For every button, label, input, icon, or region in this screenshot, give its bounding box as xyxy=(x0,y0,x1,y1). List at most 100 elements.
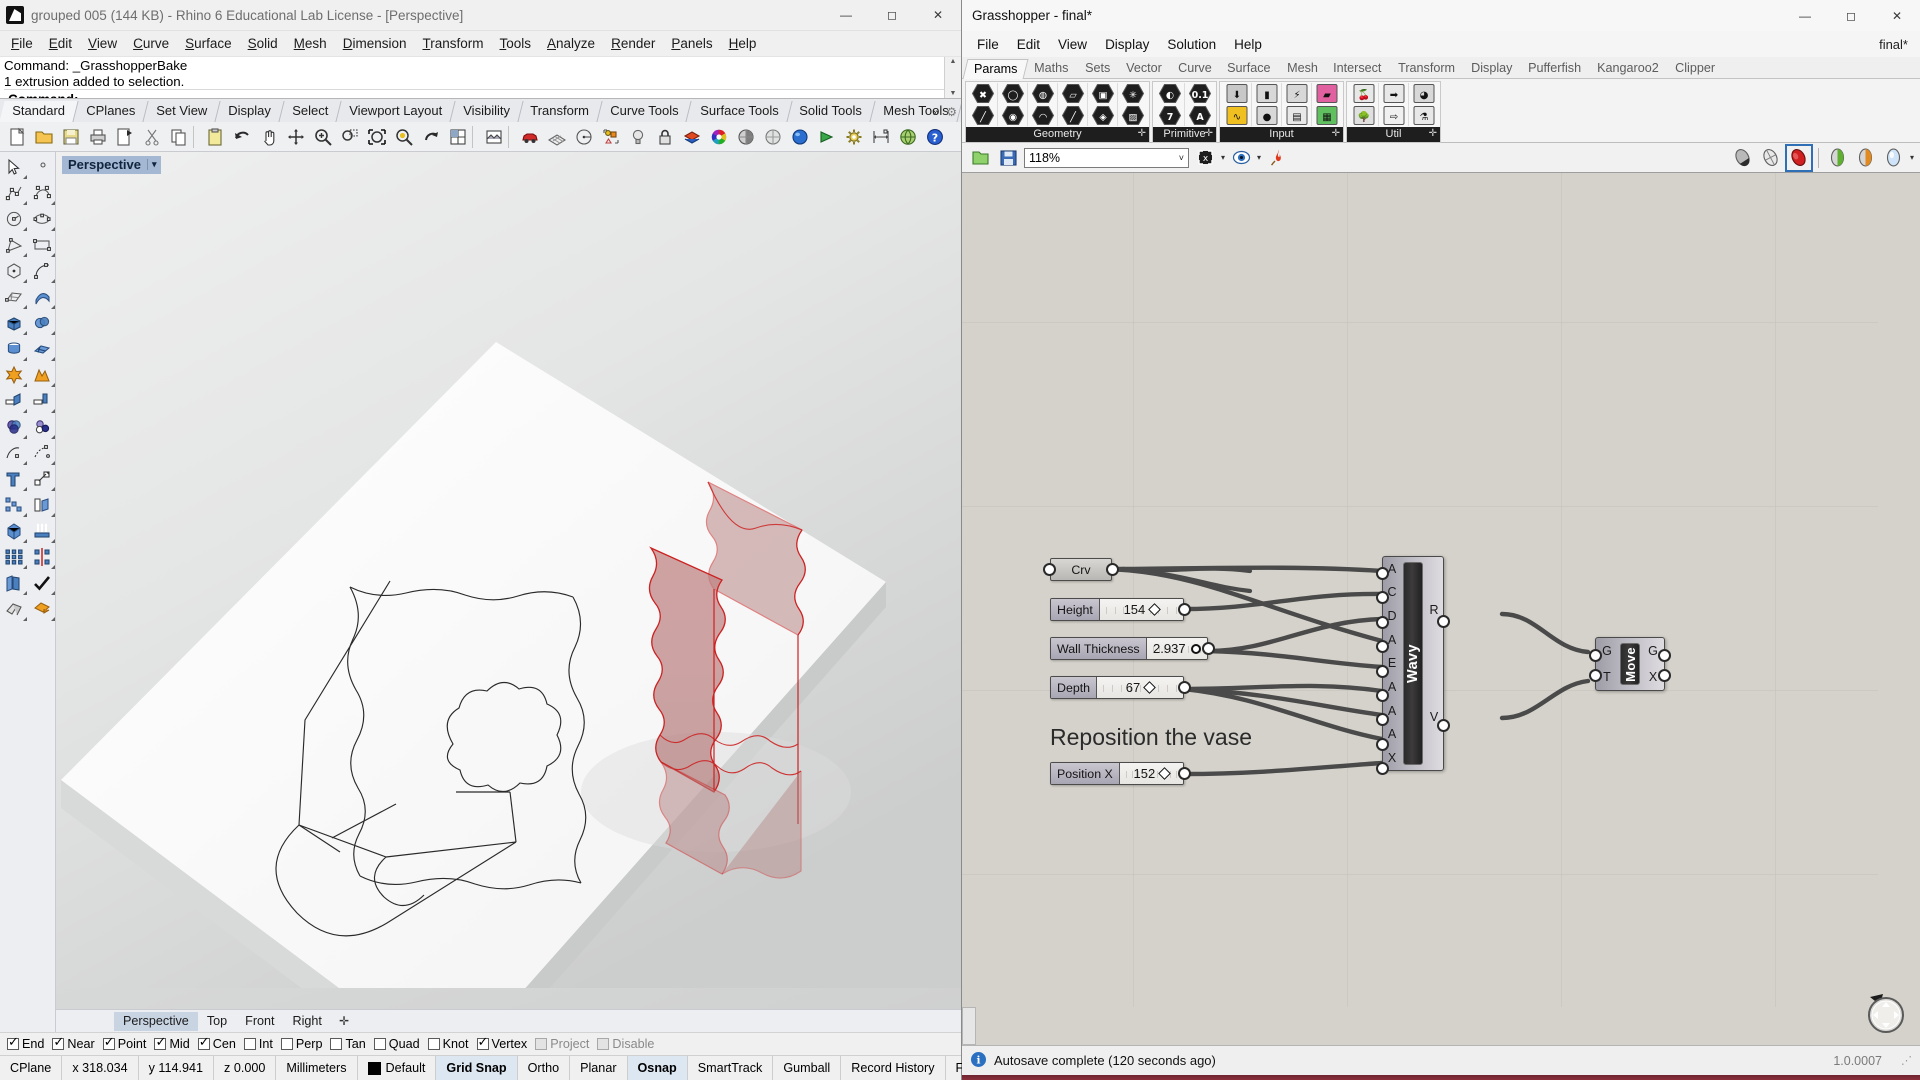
crv-input-port[interactable] xyxy=(1043,563,1056,576)
surface-param-icon[interactable]: ◍ xyxy=(1030,83,1055,104)
status-toggle-planar[interactable]: Planar xyxy=(570,1055,628,1080)
draw-icons-icon[interactable] xyxy=(1826,146,1850,170)
toolbar-gear-icon[interactable]: ⚙ xyxy=(946,105,957,119)
vector-param-icon[interactable]: ╱ xyxy=(970,105,995,126)
component-move-input-port-0[interactable] xyxy=(1589,649,1602,662)
fillet-icon[interactable] xyxy=(0,440,28,466)
object-properties-icon[interactable] xyxy=(597,124,624,150)
flask-icon[interactable]: ⚗ xyxy=(1411,105,1436,126)
color-wheel-icon[interactable] xyxy=(705,124,732,150)
integer-param-icon[interactable]: 7 xyxy=(1157,105,1182,126)
circle-param-icon[interactable]: ◯ xyxy=(1000,83,1025,104)
cluster-wavy-input-port-4[interactable] xyxy=(1376,664,1389,678)
snowflake-param-icon[interactable]: ✳ xyxy=(1120,83,1145,104)
zoom-extents-icon[interactable]: x xyxy=(1193,146,1217,170)
rhino-menu-panels[interactable]: Panels xyxy=(663,33,720,54)
component-move-output-port-0[interactable] xyxy=(1658,649,1671,662)
relay-icon[interactable]: ➡ xyxy=(1381,83,1406,104)
osnap-checkbox[interactable] xyxy=(330,1038,343,1050)
gh-tab-display[interactable]: Display xyxy=(1460,59,1522,78)
cluster-wavy-input-port-2[interactable] xyxy=(1376,615,1389,629)
flow-surface-icon[interactable] xyxy=(0,570,28,596)
preview-wireframe-icon[interactable] xyxy=(1759,146,1783,170)
paste-icon[interactable] xyxy=(201,124,228,150)
preview-eye-icon[interactable] xyxy=(1229,146,1253,170)
colour-picker-icon[interactable]: ▦ xyxy=(1314,105,1339,126)
viewport-tab-top[interactable]: Top xyxy=(198,1012,236,1031)
osnap-checkbox[interactable] xyxy=(102,1035,115,1050)
brep-param-icon[interactable]: ▱ xyxy=(1060,83,1085,104)
zoom-extents-icon[interactable] xyxy=(363,124,390,150)
slider-body[interactable]: Height 154 xyxy=(1050,598,1184,621)
rhino-menu-surface[interactable]: Surface xyxy=(177,33,240,54)
component-move[interactable]: GT Move GX xyxy=(1589,637,1671,691)
gh-menu-solution[interactable]: Solution xyxy=(1158,34,1225,55)
mirror-icon[interactable] xyxy=(28,544,56,570)
osnap-checkbox[interactable] xyxy=(535,1038,548,1050)
status-toggle-record-history[interactable]: Record History xyxy=(841,1055,946,1080)
osnap-checkbox[interactable] xyxy=(280,1038,293,1050)
navigation-compass-icon[interactable] xyxy=(1862,991,1906,1035)
rhino-menu-file[interactable]: File xyxy=(3,33,41,54)
cluster-wavy-output-0[interactable]: R xyxy=(1429,603,1438,617)
graph-mapper-icon[interactable]: ∿ xyxy=(1224,105,1249,126)
new-document-icon[interactable] xyxy=(968,146,992,170)
twisted-box-icon[interactable]: ▨ xyxy=(1120,105,1145,126)
grid-array-icon[interactable] xyxy=(0,544,28,570)
osnap-checkbox[interactable] xyxy=(52,1035,65,1050)
rhino-toolbar-tab-curve-tools[interactable]: Curve Tools xyxy=(597,101,693,122)
rhino-toolbar-tab-display[interactable]: Display xyxy=(215,101,285,122)
cherry-cluster-icon[interactable]: 🍒 xyxy=(1351,83,1376,104)
gh-tab-pufferfish[interactable]: Pufferfish xyxy=(1518,59,1592,78)
cluster-wavy-input-port-5[interactable] xyxy=(1376,688,1389,702)
gh-menu-help[interactable]: Help xyxy=(1225,34,1271,55)
resize-grip-icon[interactable]: ⋰ xyxy=(1901,1054,1912,1067)
save-document-icon[interactable] xyxy=(996,146,1020,170)
viewport-tab-perspective[interactable]: Perspective xyxy=(114,1011,198,1031)
command-input[interactable]: Command: xyxy=(4,89,959,98)
save-as-icon[interactable] xyxy=(111,124,138,150)
gh-menu-file[interactable]: File xyxy=(968,34,1008,55)
ghosted-view-icon[interactable] xyxy=(759,124,786,150)
preview-shaded-icon[interactable] xyxy=(1784,143,1813,172)
osnap-end[interactable]: End xyxy=(4,1035,47,1051)
osnap-mid[interactable]: Mid xyxy=(151,1035,192,1051)
rhino-menu-transform[interactable]: Transform xyxy=(414,33,491,54)
options-gear-icon[interactable] xyxy=(840,124,867,150)
surface-edit-icon[interactable] xyxy=(0,284,28,310)
zoom-level-combobox[interactable]: 118% ˅ xyxy=(1024,147,1189,168)
line-param-icon[interactable]: ╱ xyxy=(1060,105,1085,126)
status-toggle-smarttrack[interactable]: SmartTrack xyxy=(688,1055,774,1080)
slider-wall-thickness[interactable]: Wall Thickness 2.937 xyxy=(1050,637,1215,660)
array-icon[interactable] xyxy=(0,492,28,518)
minimize-button[interactable]: — xyxy=(823,0,869,31)
value-list-icon[interactable]: ⚡ xyxy=(1284,83,1309,104)
mesh-icon[interactable] xyxy=(0,596,28,622)
slider-output-port[interactable] xyxy=(1202,642,1215,655)
slider-grip[interactable] xyxy=(1158,767,1172,780)
viewport-dropdown-icon[interactable]: ▾ xyxy=(147,159,157,170)
rhino-menu-solid[interactable]: Solid xyxy=(240,33,286,54)
button-icon[interactable]: ● xyxy=(1254,105,1279,126)
rhino-toolbar-tab-set-view[interactable]: Set View xyxy=(143,101,221,122)
slider-body[interactable]: Position X 152 xyxy=(1050,762,1184,785)
slider-depth[interactable]: Depth 67 xyxy=(1050,676,1191,699)
sweep-icon[interactable] xyxy=(28,284,56,310)
slider-track[interactable]: 152 xyxy=(1119,763,1183,784)
rhino-perspective-viewport[interactable]: Perspective ▾ xyxy=(56,152,961,1009)
undo-icon[interactable] xyxy=(228,124,255,150)
maximize-button[interactable]: ◻ xyxy=(869,0,915,31)
cluster-wavy-input-7[interactable]: A xyxy=(1388,727,1396,741)
undo-view-icon[interactable] xyxy=(417,124,444,150)
curve-param-icon[interactable]: ◉ xyxy=(1000,105,1025,126)
lock-icon[interactable] xyxy=(651,124,678,150)
rhino-toolbar-tab-visibility[interactable]: Visibility xyxy=(450,101,524,122)
component-move-output-0[interactable]: G xyxy=(1648,644,1658,658)
chevron-down-icon[interactable]: ˅ xyxy=(1179,153,1184,163)
cluster-icon[interactable]: ◕ xyxy=(1411,83,1436,104)
grasshopper-canvas[interactable]: Crv Height 154 Wall Thickness 2.937 Depth 6… xyxy=(962,173,1920,1045)
status-toggle-osnap[interactable]: Osnap xyxy=(627,1055,688,1080)
shaded-view-icon[interactable] xyxy=(732,124,759,150)
boolean-param-icon[interactable]: ◐ xyxy=(1157,83,1182,104)
cluster-wavy-input-port-0[interactable] xyxy=(1376,567,1389,580)
